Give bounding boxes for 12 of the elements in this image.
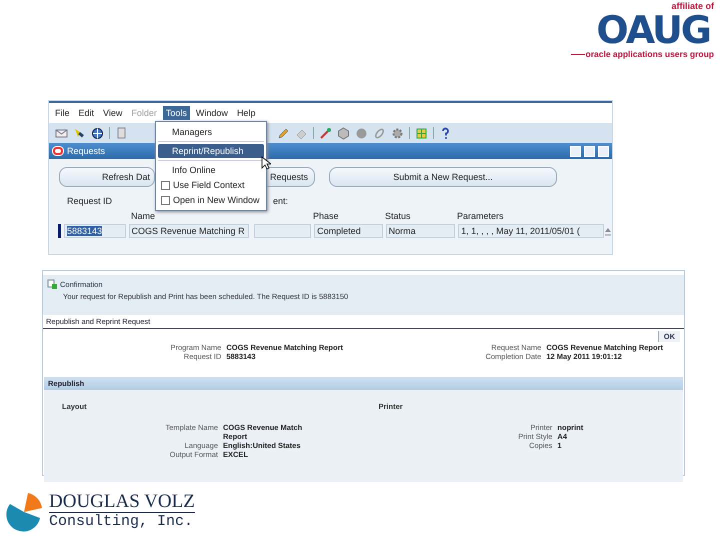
column-header: Phase: [313, 211, 340, 223]
logo-tagline: oracle applications users group: [586, 49, 714, 59]
oaug-logo: OAUG: [596, 11, 710, 49]
column-header: Parameters: [457, 211, 504, 223]
field-label: ent:: [272, 196, 288, 208]
window-title: Requests: [67, 146, 106, 156]
field-label: Request ID: [67, 196, 112, 208]
company-name: DOUGLAS VOLZ: [49, 492, 195, 512]
column-header: Status: [385, 211, 412, 223]
affiliate-text: affiliate of: [671, 1, 714, 11]
column-header: Name: [131, 211, 156, 223]
company-subtitle: Consulting, Inc.: [49, 512, 194, 530]
